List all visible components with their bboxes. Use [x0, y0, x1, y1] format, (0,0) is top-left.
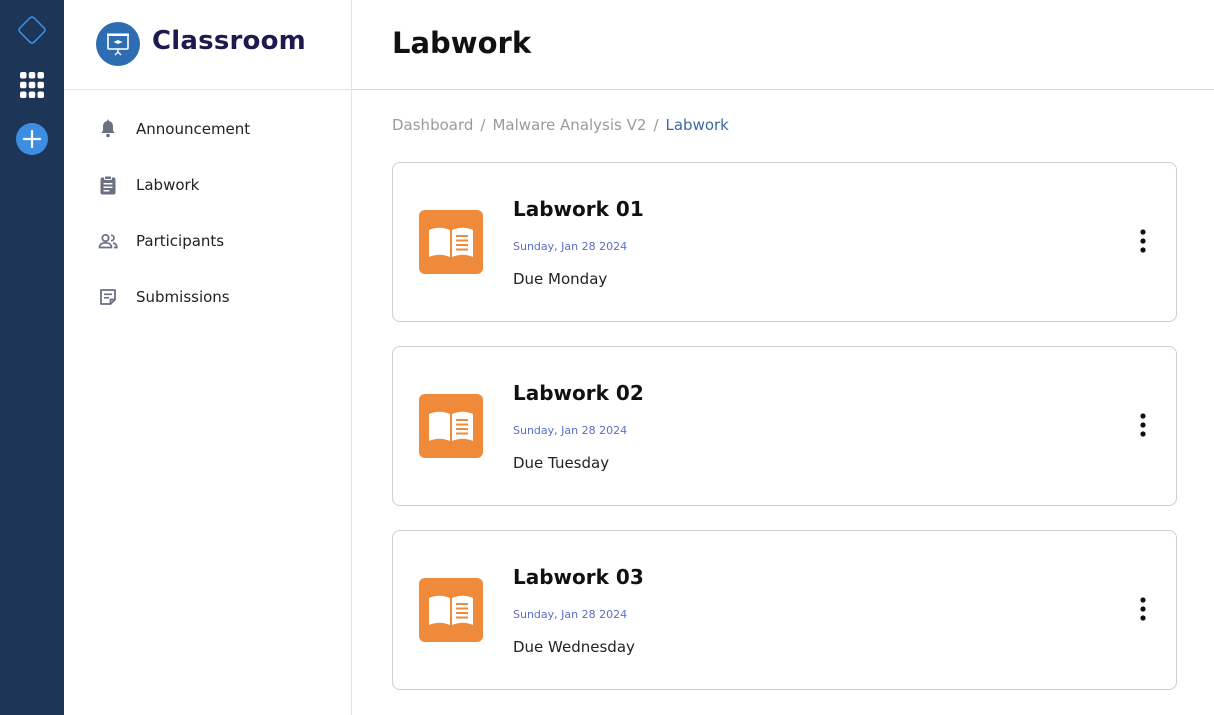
labwork-due: Due Tuesday — [513, 454, 610, 472]
labwork-due: Due Monday — [513, 270, 608, 288]
clipboard-icon — [100, 175, 116, 195]
labwork-title[interactable]: Labwork 03 — [513, 565, 644, 589]
sidebar: Classroom Announcement Labwork Participa… — [64, 0, 352, 715]
breadcrumb-link-dashboard[interactable]: Dashboard — [392, 116, 473, 134]
sidebar-item-label: Participants — [136, 232, 225, 250]
sidebar-item-participants[interactable]: Participants — [64, 220, 352, 264]
breadcrumb-separator: / — [653, 116, 659, 134]
labwork-title[interactable]: Labwork 01 — [513, 197, 644, 221]
breadcrumb: Dashboard / Malware Analysis V2 / Labwork — [392, 116, 729, 134]
plus-icon — [22, 129, 42, 149]
brand-header: Classroom — [64, 0, 351, 90]
page-title: Labwork — [392, 26, 532, 60]
labwork-card[interactable]: Labwork 01 Sunday, Jan 28 2024 Due Monda… — [392, 162, 1177, 322]
sidebar-item-submissions[interactable]: Submissions — [64, 276, 352, 320]
app-title: Classroom — [152, 26, 306, 56]
notes-icon — [100, 289, 116, 305]
page-header: Labwork — [352, 0, 1214, 90]
apps-grid-icon[interactable] — [20, 72, 44, 98]
sidebar-item-labwork[interactable]: Labwork — [64, 164, 352, 208]
book-icon — [419, 210, 483, 274]
more-vertical-icon[interactable] — [1135, 595, 1151, 623]
breadcrumb-link-course[interactable]: Malware Analysis V2 — [492, 116, 646, 134]
people-icon — [98, 233, 118, 249]
app-rail — [0, 0, 64, 715]
classroom-logo-icon — [96, 22, 140, 66]
labwork-card[interactable]: Labwork 03 Sunday, Jan 28 2024 Due Wedne… — [392, 530, 1177, 690]
sidebar-item-label: Labwork — [136, 176, 200, 194]
labwork-title[interactable]: Labwork 02 — [513, 381, 644, 405]
main-content: Labwork Dashboard / Malware Analysis V2 / La… — [352, 0, 1214, 715]
sidebar-item-label: Announcement — [136, 120, 251, 138]
labwork-date: Sunday, Jan 28 2024 — [513, 608, 628, 621]
sidebar-item-announcement[interactable]: Announcement — [64, 108, 352, 152]
book-icon — [419, 394, 483, 458]
diamond-logo-icon[interactable] — [16, 14, 48, 46]
more-vertical-icon[interactable] — [1135, 411, 1151, 439]
book-icon — [419, 578, 483, 642]
add-button[interactable] — [16, 123, 48, 155]
labwork-date: Sunday, Jan 28 2024 — [513, 240, 628, 253]
breadcrumb-separator: / — [480, 116, 486, 134]
breadcrumb-current: Labwork — [665, 116, 729, 134]
more-vertical-icon[interactable] — [1135, 227, 1151, 255]
sidebar-item-label: Submissions — [136, 288, 230, 306]
labwork-due: Due Wednesday — [513, 638, 635, 656]
labwork-date: Sunday, Jan 28 2024 — [513, 424, 628, 437]
labwork-card[interactable]: Labwork 02 Sunday, Jan 28 2024 Due Tuesd… — [392, 346, 1177, 506]
bell-icon — [101, 119, 115, 138]
